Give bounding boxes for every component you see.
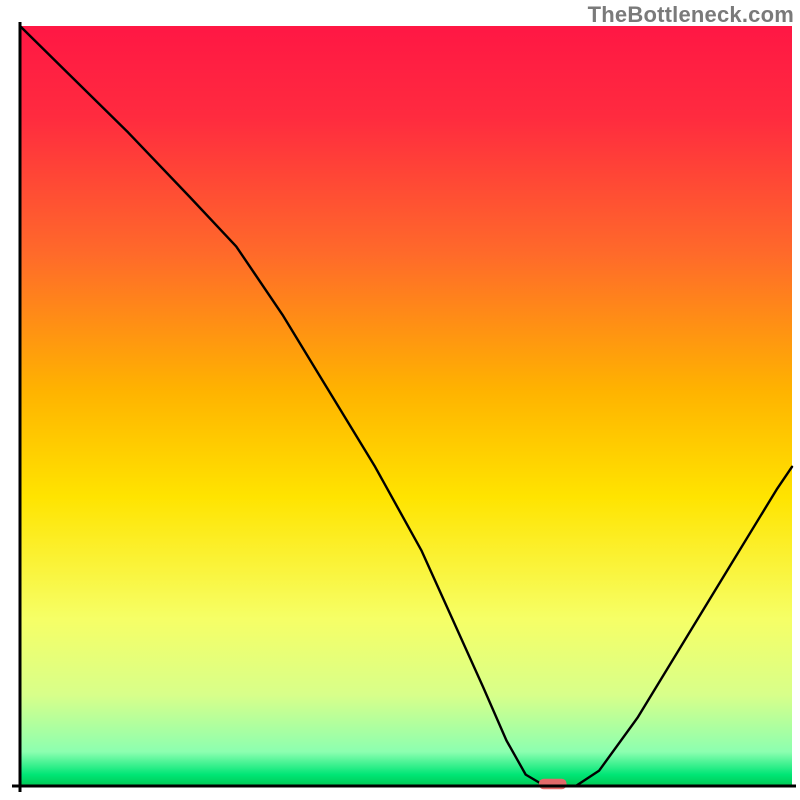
chart-stage: TheBottleneck.com (0, 0, 800, 800)
bottleneck-chart (0, 0, 800, 800)
optimal-marker (539, 779, 567, 790)
watermark-text: TheBottleneck.com (588, 2, 794, 28)
